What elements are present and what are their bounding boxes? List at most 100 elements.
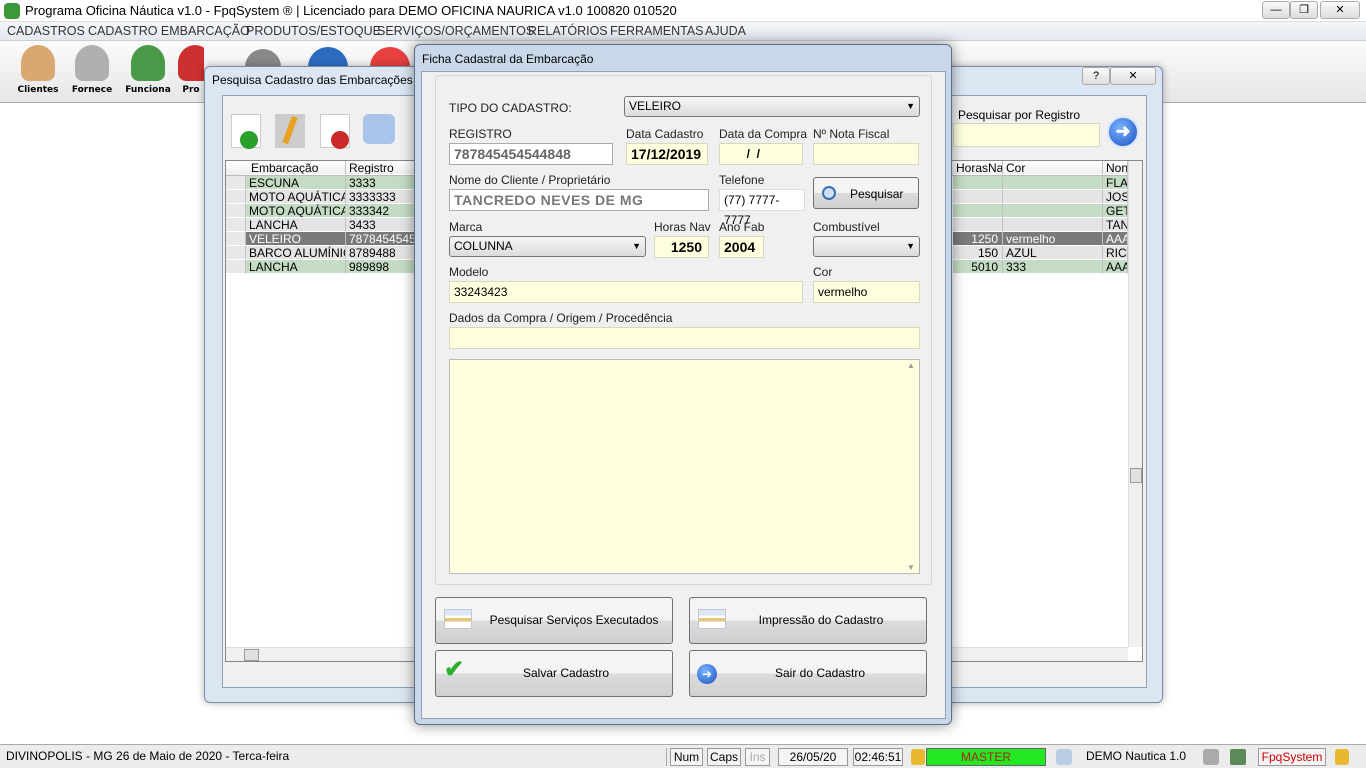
salvar-cadastro-button[interactable]: ✔ Salvar Cadastro xyxy=(435,650,673,697)
pesquisar-servicos-button[interactable]: Pesquisar Serviços Executados xyxy=(435,597,673,644)
status-time: 02:46:51 xyxy=(853,748,903,766)
cor-input[interactable]: vermelho xyxy=(813,281,920,303)
menu-cadastros[interactable]: CADASTROS xyxy=(7,24,85,38)
sair-cadastro-button[interactable]: ➜ Sair do Cadastro xyxy=(689,650,927,697)
toolbar-label: Funciona xyxy=(125,85,171,95)
toolbar-funciona[interactable]: Funciona xyxy=(123,45,173,101)
menu-bar: CADASTROS CADASTRO EMBARCAÇÃO PRODUTOS/E… xyxy=(0,22,1366,41)
toolbar-label: Clientes xyxy=(17,85,59,95)
cell-nome: FLAV xyxy=(1103,176,1128,190)
status-date: 26/05/20 xyxy=(778,748,848,766)
col-cor[interactable]: Cor xyxy=(1003,161,1103,175)
edit-document-icon[interactable] xyxy=(275,114,305,148)
telefone-label: Telefone xyxy=(719,173,765,187)
marca-label: Marca xyxy=(449,220,483,234)
cell-embarcacao: VELEIRO xyxy=(246,232,346,246)
row-indicator xyxy=(226,260,246,274)
chevron-down-icon: ▼ xyxy=(906,101,915,111)
toolbar-produtos[interactable]: Pro xyxy=(178,45,204,101)
registro-input[interactable]: 787845454544848 xyxy=(449,143,613,165)
fields-group: TIPO DO CADASTRO: VELEIRO ▼ REGISTRO 7878… xyxy=(435,75,932,585)
horas-nav-input[interactable]: 1250 xyxy=(654,236,709,258)
toolbar-fornece[interactable]: Fornece xyxy=(67,45,117,101)
cell-cor xyxy=(1003,218,1103,232)
cell-embarcacao: ESCUNA xyxy=(246,176,346,190)
network-icon[interactable] xyxy=(1230,749,1246,765)
menu-ajuda[interactable]: AJUDA xyxy=(705,24,746,38)
supplier-icon xyxy=(75,45,109,81)
employee-icon xyxy=(131,45,165,81)
cell-horasnav: 5010 xyxy=(953,260,1003,274)
vertical-scrollbar[interactable] xyxy=(1128,161,1142,647)
search-registro-label: Pesquisar por Registro xyxy=(958,108,1081,122)
col-registro[interactable]: Registro xyxy=(346,161,416,175)
ficha-cadastral-dialog: Ficha Cadastral da Embarcação TIPO DO CA… xyxy=(414,44,952,725)
cell-cor xyxy=(1003,190,1103,204)
cell-cor: 333 xyxy=(1003,260,1103,274)
button-label: Impressão do Cadastro xyxy=(758,613,884,627)
clients-icon xyxy=(21,45,55,81)
cliente-input[interactable]: TANCREDO NEVES DE MG xyxy=(449,189,709,211)
computer-icon xyxy=(1056,749,1072,765)
nota-fiscal-input[interactable] xyxy=(813,143,919,165)
menu-cadastro-embarcacao[interactable]: CADASTRO EMBARCAÇÃO xyxy=(88,24,250,38)
status-bar: DIVINOPOLIS - MG 26 de Maio de 2020 - Te… xyxy=(0,744,1366,768)
data-compra-label: Data da Compra xyxy=(719,127,808,141)
status-location-date: DIVINOPOLIS - MG 26 de Maio de 2020 - Te… xyxy=(2,748,667,766)
magnifier-icon xyxy=(822,186,836,200)
ano-fab-input[interactable]: 2004 xyxy=(719,236,764,258)
cell-horasnav: 1250 xyxy=(953,232,1003,246)
search-window-close-button[interactable]: ✕ xyxy=(1110,67,1156,85)
printer-icon[interactable] xyxy=(1203,749,1219,765)
pesquisar-cliente-button[interactable]: Pesquisar xyxy=(813,177,919,209)
add-document-icon[interactable] xyxy=(231,114,261,149)
observacoes-textarea[interactable] xyxy=(449,359,920,574)
close-button[interactable]: ✕ xyxy=(1320,1,1360,19)
menu-produtos-estoque[interactable]: PRODUTOS/ESTOQUE xyxy=(246,24,381,38)
cell-registro: 787845454544 xyxy=(346,232,416,246)
maximize-button[interactable]: ❐ xyxy=(1290,1,1318,19)
textarea-scrollbar[interactable]: ▲ ▼ xyxy=(904,361,918,572)
dialog-body: TIPO DO CADASTRO: VELEIRO ▼ REGISTRO 7878… xyxy=(421,71,946,719)
help-button[interactable]: ? xyxy=(1082,67,1110,85)
status-caps: Caps xyxy=(707,748,741,766)
search-go-arrow-icon[interactable]: ➜ xyxy=(1107,116,1139,148)
pesquisar-label: Pesquisar xyxy=(850,187,904,201)
dados-compra-input[interactable] xyxy=(449,327,920,349)
search-registro-input[interactable] xyxy=(953,123,1100,147)
search-window-title: Pesquisa Cadastro das Embarcações xyxy=(212,73,413,87)
status-brand: FpqSystem xyxy=(1258,748,1326,766)
impressao-cadastro-button[interactable]: Impressão do Cadastro xyxy=(689,597,927,644)
row-indicator xyxy=(226,204,246,218)
data-cadastro-input[interactable]: 17/12/2019 xyxy=(626,143,708,165)
col-embarcacao[interactable]: Embarcação xyxy=(246,161,346,175)
user-icon xyxy=(911,749,925,765)
modelo-input[interactable]: 33243423 xyxy=(449,281,803,303)
cell-nome: AAA xyxy=(1103,260,1128,274)
cor-label: Cor xyxy=(813,265,833,279)
menu-servicos-orcamentos[interactable]: SERVIÇOS/ORÇAMENTOS xyxy=(377,24,534,38)
telefone-input[interactable]: (77) 7777-7777 xyxy=(719,189,805,227)
cell-nome: JOS xyxy=(1103,190,1128,204)
cell-registro: 989898 xyxy=(346,260,416,274)
users-icon[interactable] xyxy=(1335,749,1349,765)
delete-document-icon[interactable] xyxy=(320,114,350,149)
marca-value: COLUNNA xyxy=(454,239,513,253)
tipo-select[interactable]: VELEIRO ▼ xyxy=(624,96,920,117)
cell-cor: vermelho xyxy=(1003,232,1103,246)
modelo-label: Modelo xyxy=(449,265,489,279)
menu-ferramentas[interactable]: FERRAMENTAS xyxy=(610,24,704,38)
dados-compra-label: Dados da Compra / Origem / Procedência xyxy=(449,311,673,325)
col-horasnav[interactable]: HorasNav xyxy=(953,161,1003,175)
cell-cor xyxy=(1003,176,1103,190)
print-icon[interactable] xyxy=(363,114,395,144)
combustivel-select[interactable]: ▼ xyxy=(813,236,920,257)
minimize-button[interactable]: — xyxy=(1262,1,1290,19)
button-label: Pesquisar Serviços Executados xyxy=(489,613,659,627)
cliente-label: Nome do Cliente / Proprietário xyxy=(449,173,611,187)
toolbar-clientes[interactable]: Clientes xyxy=(13,45,63,101)
marca-select[interactable]: COLUNNA ▼ xyxy=(449,236,646,257)
col-nome[interactable]: Non xyxy=(1103,161,1128,175)
menu-relatorios[interactable]: RELATÓRIOS xyxy=(528,24,608,38)
data-compra-input[interactable]: / / xyxy=(719,143,803,165)
